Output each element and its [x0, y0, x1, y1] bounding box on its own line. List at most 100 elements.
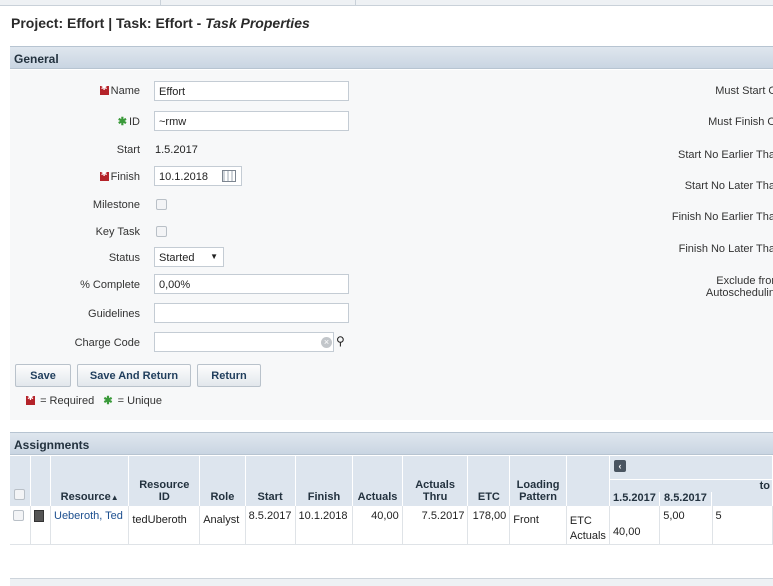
- required-legend: [26, 393, 37, 407]
- status-select[interactable]: Started ▼: [154, 247, 224, 267]
- timescale-group-label: to: [759, 480, 770, 492]
- table-row[interactable]: Ueberoth, Ted tedUberoth Analyst 8.5.201…: [10, 506, 773, 545]
- week-3-cell: 5: [712, 506, 773, 545]
- status-select-value: Started: [159, 252, 195, 264]
- start-value: 1.5.2017: [155, 144, 198, 156]
- percent-complete-input[interactable]: 0,00%: [154, 274, 349, 294]
- details-icon[interactable]: [33, 510, 44, 522]
- row-checkbox-cell: [10, 506, 31, 545]
- key-task-checkbox[interactable]: [156, 226, 167, 237]
- charge-code-input[interactable]: [154, 332, 334, 352]
- week-1-cell: 40,00: [609, 506, 661, 545]
- required-icon: [99, 83, 109, 95]
- top-tab-strip: [0, 0, 773, 6]
- etc-header[interactable]: ETC: [467, 456, 511, 506]
- must-finish-on-label: Must Finish O: [708, 116, 773, 128]
- select-all-checkbox[interactable]: [14, 489, 26, 500]
- unique-icon: ✱: [117, 116, 127, 128]
- required-icon: [99, 169, 109, 181]
- dropdown-arrow-icon: ▼: [210, 252, 218, 261]
- id-input[interactable]: ~rmw: [154, 111, 349, 131]
- page-title-em: Task Properties: [205, 15, 310, 31]
- role-header[interactable]: Role: [199, 456, 246, 506]
- assignments-table: Resource▲ Resource ID Role Start Finish …: [10, 456, 773, 545]
- save-and-return-button[interactable]: Save And Return: [77, 364, 191, 387]
- name-label: Name: [60, 83, 140, 97]
- week-2-header: 8.5.2017: [660, 492, 712, 506]
- guidelines-input[interactable]: [154, 303, 349, 323]
- clear-icon[interactable]: ×: [321, 337, 332, 348]
- schedule-constraints: Must Start O Must Finish O Start No Earl…: [560, 70, 773, 290]
- scroll-left-icon[interactable]: ‹: [613, 460, 626, 472]
- id-label: ✱ ID: [117, 116, 140, 128]
- binoculars-icon[interactable]: ⚲: [336, 334, 345, 348]
- row-icon-header: [30, 456, 52, 506]
- save-button[interactable]: Save: [15, 364, 71, 387]
- charge-code-label: Charge Code: [74, 337, 140, 349]
- unique-icon: ✱: [103, 395, 113, 407]
- actuals-thru-cell: 7.5.2017: [402, 506, 469, 545]
- required-legend-text: = Required: [40, 395, 95, 407]
- key-task-label: Key Task: [95, 226, 140, 238]
- guidelines-label: Guidelines: [88, 308, 140, 320]
- actuals-row-label: Actuals: [569, 530, 606, 542]
- start-no-later-than-label: Start No Later Tha: [684, 180, 773, 192]
- week-1-header: 1.5.2017: [610, 492, 660, 506]
- legend: = Required ✱ = Unique: [26, 393, 162, 407]
- role-cell: Analyst: [199, 506, 246, 545]
- timescale-header: ‹ to 1.5.2017 8.5.2017: [609, 456, 773, 506]
- start-header[interactable]: Start: [245, 456, 296, 506]
- resource-id-header[interactable]: Resource ID: [128, 456, 201, 506]
- unique-legend-text: = Unique: [117, 395, 162, 407]
- loading-pattern-cell: Front: [509, 506, 567, 545]
- resource-id-cell: tedUberoth: [128, 506, 201, 545]
- page-title: Project: Effort | Task: Effort - Task Pr…: [11, 15, 310, 31]
- resource-cell[interactable]: Ueberoth, Ted: [50, 506, 130, 545]
- bottom-divider: [10, 578, 773, 586]
- finish-no-later-than-label: Finish No Later Tha: [678, 243, 773, 255]
- sort-ascending-icon: ▲: [110, 493, 119, 502]
- etc-cell: 178,00: [467, 506, 511, 545]
- finish-cell: 10.1.2018: [295, 506, 354, 545]
- row-label-header: [566, 456, 610, 506]
- row-details-cell: [30, 506, 52, 545]
- row-checkbox[interactable]: [13, 510, 24, 521]
- week-2-cell: 5,00: [659, 506, 713, 545]
- name-input[interactable]: Effort: [154, 81, 349, 101]
- row-type-label-cell: ETC Actuals: [566, 506, 610, 545]
- finish-no-earlier-than-label: Finish No Earlier Tha: [671, 211, 773, 223]
- loading-pattern-header[interactable]: Loading Pattern: [509, 456, 567, 506]
- assignments-section-title: Assignments: [14, 438, 90, 452]
- week-3-header: [712, 492, 772, 506]
- unique-legend: ✱: [103, 395, 114, 407]
- actuals-header[interactable]: Actuals: [352, 456, 403, 506]
- must-start-on-label: Must Start O: [715, 85, 773, 97]
- actuals-thru-header[interactable]: Actuals Thru: [402, 456, 469, 506]
- table-header-row: Resource▲ Resource ID Role Start Finish …: [10, 456, 773, 506]
- milestone-label: Milestone: [92, 199, 140, 211]
- calendar-icon[interactable]: [222, 170, 236, 182]
- tab-divider: [160, 0, 161, 6]
- select-all-header: [10, 456, 31, 506]
- percent-complete-label: % Complete: [80, 279, 140, 291]
- milestone-checkbox[interactable]: [156, 199, 167, 210]
- exclude-label-line2: Autoschedulin: [705, 287, 773, 299]
- resource-header[interactable]: Resource▲: [50, 456, 130, 506]
- start-no-earlier-than-label: Start No Earlier Tha: [677, 149, 773, 161]
- exclude-label-line1: Exclude fror: [716, 275, 773, 287]
- actuals-cell: 40,00: [352, 506, 403, 545]
- etc-row-label: ETC: [569, 515, 592, 527]
- finish-header[interactable]: Finish: [295, 456, 354, 506]
- exclude-label-wrap: Autoschedulin: [560, 287, 773, 303]
- assignments-section-header: Assignments: [10, 432, 773, 455]
- general-section-header: General: [10, 46, 773, 69]
- assignments-grid-wrap: Resource▲ Resource ID Role Start Finish …: [10, 456, 773, 558]
- return-button[interactable]: Return: [197, 364, 261, 387]
- status-label: Status: [108, 252, 140, 264]
- start-label: Start: [116, 144, 140, 156]
- general-section-title: General: [14, 52, 59, 66]
- tab-divider: [355, 0, 356, 6]
- start-cell: 8.5.2017: [245, 506, 296, 545]
- page-title-main: Project: Effort | Task: Effort -: [11, 15, 206, 31]
- finish-label: Finish: [60, 169, 140, 183]
